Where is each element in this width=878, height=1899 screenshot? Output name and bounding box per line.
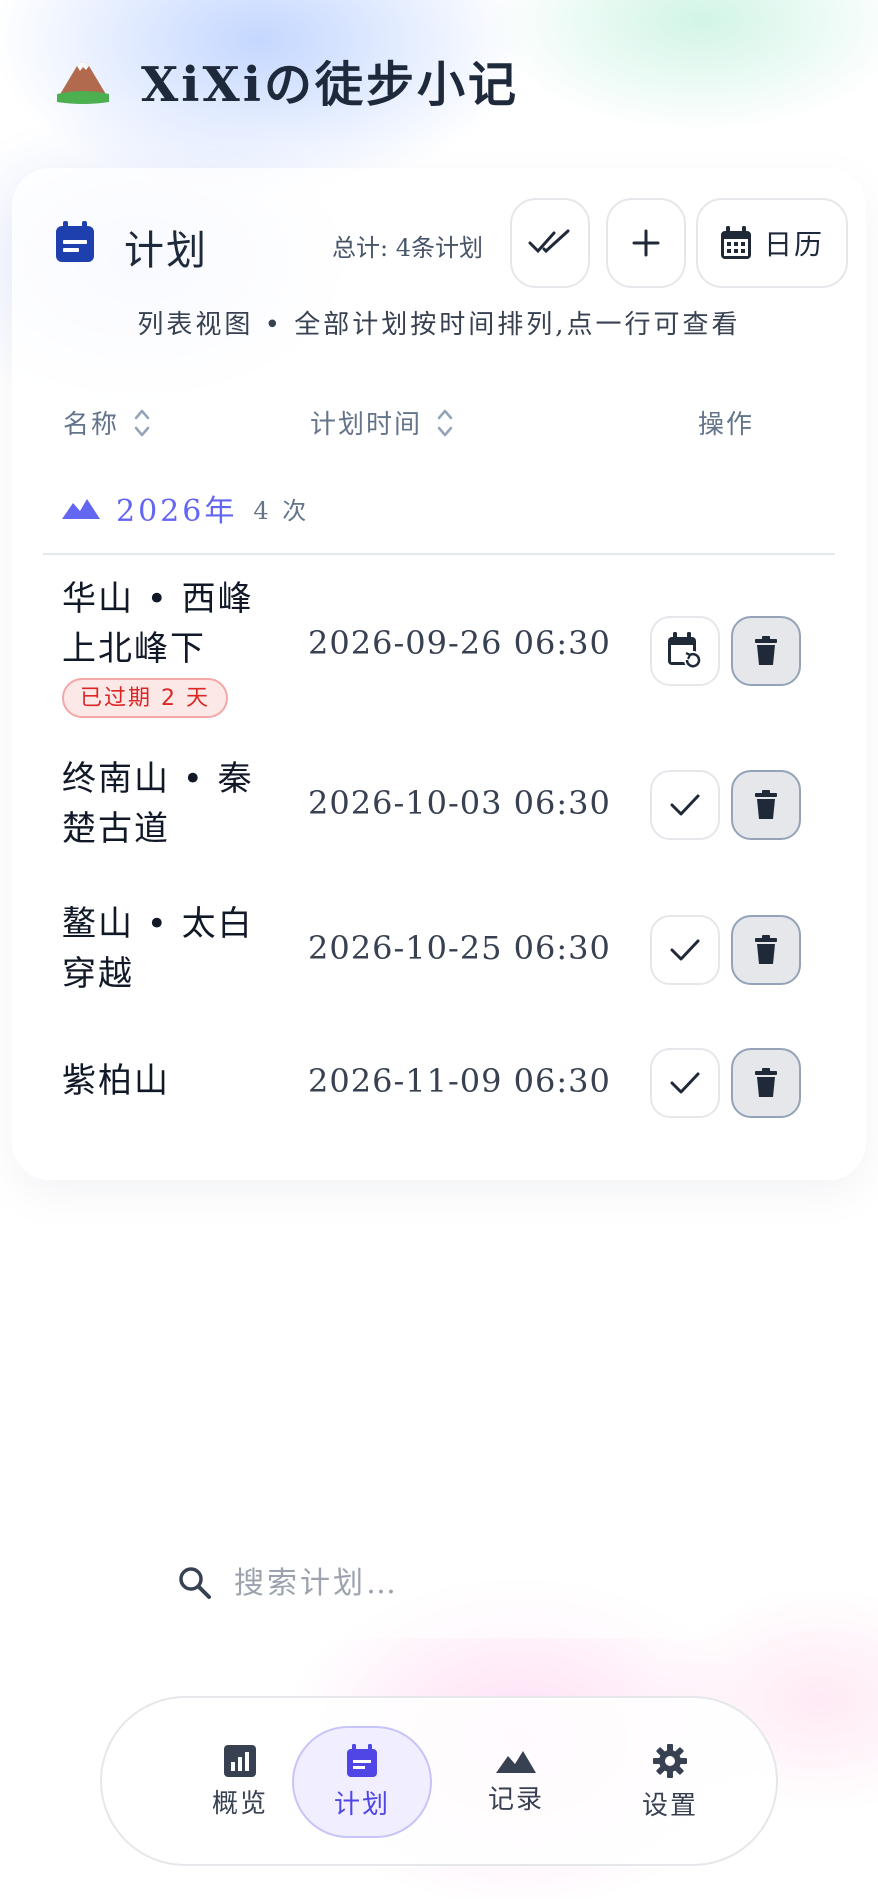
trash-icon xyxy=(755,1068,777,1097)
table-row[interactable]: 终南山 • 秦楚古道 2026-10-03 06:30 xyxy=(12,754,866,854)
trash-icon xyxy=(755,790,777,819)
table-row[interactable]: 鳌山 • 太白穿越 2026-10-25 06:30 xyxy=(12,899,866,999)
mountain-icon xyxy=(62,499,100,519)
search-input[interactable] xyxy=(234,1565,694,1601)
calendar-icon xyxy=(720,226,751,259)
mark-all-done-button[interactable] xyxy=(510,198,590,288)
expired-badge: 已过期 2 天 xyxy=(62,678,228,718)
nav-label: 概览 xyxy=(211,1788,268,1819)
card-header: 计划 总计: 4条计划 日历 xyxy=(54,198,848,288)
delete-button[interactable] xyxy=(731,915,801,985)
plan-total-count: 总计: 4条计划 xyxy=(332,234,483,262)
chart-icon xyxy=(224,1744,256,1777)
nav-item-plans[interactable]: 计划 xyxy=(292,1726,432,1838)
app-title: XiXiの徒步小记 xyxy=(141,57,519,113)
table-row[interactable]: 紫柏山 2026-11-09 06:30 xyxy=(12,1042,866,1132)
plan-name: 鳌山 • 太白穿越 xyxy=(62,904,254,994)
plans-card: 计划 总计: 4条计划 日历 列表视图 • 全部计划按时间排列,点一行可查看 名… xyxy=(12,168,866,1180)
reschedule-button[interactable] xyxy=(650,616,720,686)
double-check-icon xyxy=(528,229,570,254)
delete-button[interactable] xyxy=(731,770,801,840)
nav-label: 计划 xyxy=(333,1789,390,1820)
delete-button[interactable] xyxy=(731,1048,801,1118)
mark-done-button[interactable] xyxy=(650,770,720,840)
trash-icon xyxy=(755,935,777,964)
nav-item-records[interactable]: 记录 xyxy=(446,1726,586,1838)
app-header: XiXiの徒步小记 xyxy=(55,40,519,120)
year-label: 2026年 xyxy=(116,494,238,529)
year-group-header[interactable]: 2026年 4 次 xyxy=(62,486,309,530)
sort-by-name-header[interactable]: 名称 xyxy=(63,404,151,441)
check-icon xyxy=(670,1072,700,1094)
mountain-logo-icon xyxy=(57,62,109,104)
trash-icon xyxy=(755,636,777,665)
nav-item-overview[interactable]: 概览 xyxy=(170,1726,310,1838)
calendar-button-label: 日历 xyxy=(763,228,824,261)
year-count: 4 次 xyxy=(253,496,310,525)
nav-item-settings[interactable]: 设置 xyxy=(600,1726,740,1838)
bottom-nav: 概览 计划 记录 设置 xyxy=(100,1696,778,1866)
plan-name: 华山 • 西峰上北峰下 xyxy=(62,579,254,669)
plan-time: 2026-10-03 06:30 xyxy=(308,784,611,822)
sort-by-time-header[interactable]: 计划时间 xyxy=(310,404,454,441)
view-description: 列表视图 • 全部计划按时间排列,点一行可查看 xyxy=(137,310,741,340)
check-icon xyxy=(670,794,700,816)
divider xyxy=(43,553,835,555)
add-plan-button[interactable] xyxy=(606,198,686,288)
table-row[interactable]: 华山 • 西峰上北峰下 已过期 2 天 2026-09-26 06:30 xyxy=(12,574,866,724)
nav-label: 记录 xyxy=(487,1784,544,1815)
delete-button[interactable] xyxy=(731,616,801,686)
search-icon xyxy=(179,1567,211,1599)
table-header: 名称 计划时间 操作 xyxy=(12,390,866,450)
nav-label: 设置 xyxy=(641,1790,698,1821)
plan-name: 终南山 • 秦楚古道 xyxy=(62,759,254,849)
plan-calendar-icon xyxy=(56,221,94,262)
calendar-restore-icon xyxy=(668,632,702,669)
plus-icon xyxy=(632,229,660,257)
calendar-view-button[interactable]: 日历 xyxy=(696,198,848,288)
mountain-icon xyxy=(496,1750,536,1773)
actions-header: 操作 xyxy=(698,410,755,440)
plan-name: 紫柏山 xyxy=(62,1061,170,1101)
sort-icon xyxy=(437,409,453,436)
mark-done-button[interactable] xyxy=(650,1048,720,1118)
plan-time: 2026-10-25 06:30 xyxy=(308,929,611,967)
card-title: 计划 xyxy=(124,228,208,274)
gear-icon xyxy=(653,1743,687,1778)
search-bar[interactable] xyxy=(130,1528,750,1638)
sort-icon xyxy=(134,409,150,436)
plan-time: 2026-09-26 06:30 xyxy=(308,624,611,662)
calendar-icon xyxy=(347,1743,377,1777)
plan-time: 2026-11-09 06:30 xyxy=(308,1062,611,1100)
mark-done-button[interactable] xyxy=(650,915,720,985)
check-icon xyxy=(670,939,700,961)
